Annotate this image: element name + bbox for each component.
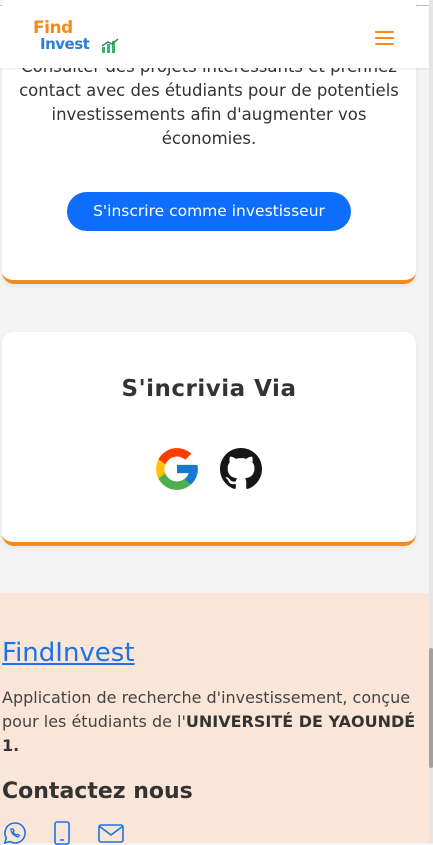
google-icon[interactable] bbox=[152, 444, 202, 494]
logo-invest-text: Invest bbox=[40, 35, 90, 53]
footer: FindInvest Application de recherche d'in… bbox=[0, 593, 433, 845]
growth-chart-icon bbox=[101, 38, 119, 53]
contact-title: Contactez nous bbox=[2, 779, 193, 804]
invest-description: Consulter des projets intéressants et pr… bbox=[19, 57, 399, 148]
register-investor-button[interactable]: S'inscrire comme investisseur bbox=[67, 192, 351, 231]
signup-heading: S'incrivia Via bbox=[121, 376, 297, 402]
hamburger-line bbox=[375, 43, 394, 45]
hamburger-line bbox=[375, 31, 394, 33]
footer-brand-link[interactable]: FindInvest bbox=[2, 638, 135, 668]
github-icon[interactable] bbox=[220, 444, 262, 494]
footer-about: Application de recherche d'investissemen… bbox=[2, 686, 422, 758]
signup-card: S'incrivia Via bbox=[2, 332, 416, 546]
navbar: Find Invest bbox=[0, 6, 429, 68]
phone-icon[interactable] bbox=[53, 821, 71, 845]
hamburger-line bbox=[375, 37, 394, 39]
logo[interactable]: Find Invest bbox=[31, 18, 119, 54]
whatsapp-icon[interactable] bbox=[2, 821, 28, 845]
menu-toggle-button[interactable] bbox=[375, 30, 395, 46]
scrollbar-thumb[interactable] bbox=[429, 648, 433, 768]
email-icon[interactable] bbox=[98, 821, 124, 845]
